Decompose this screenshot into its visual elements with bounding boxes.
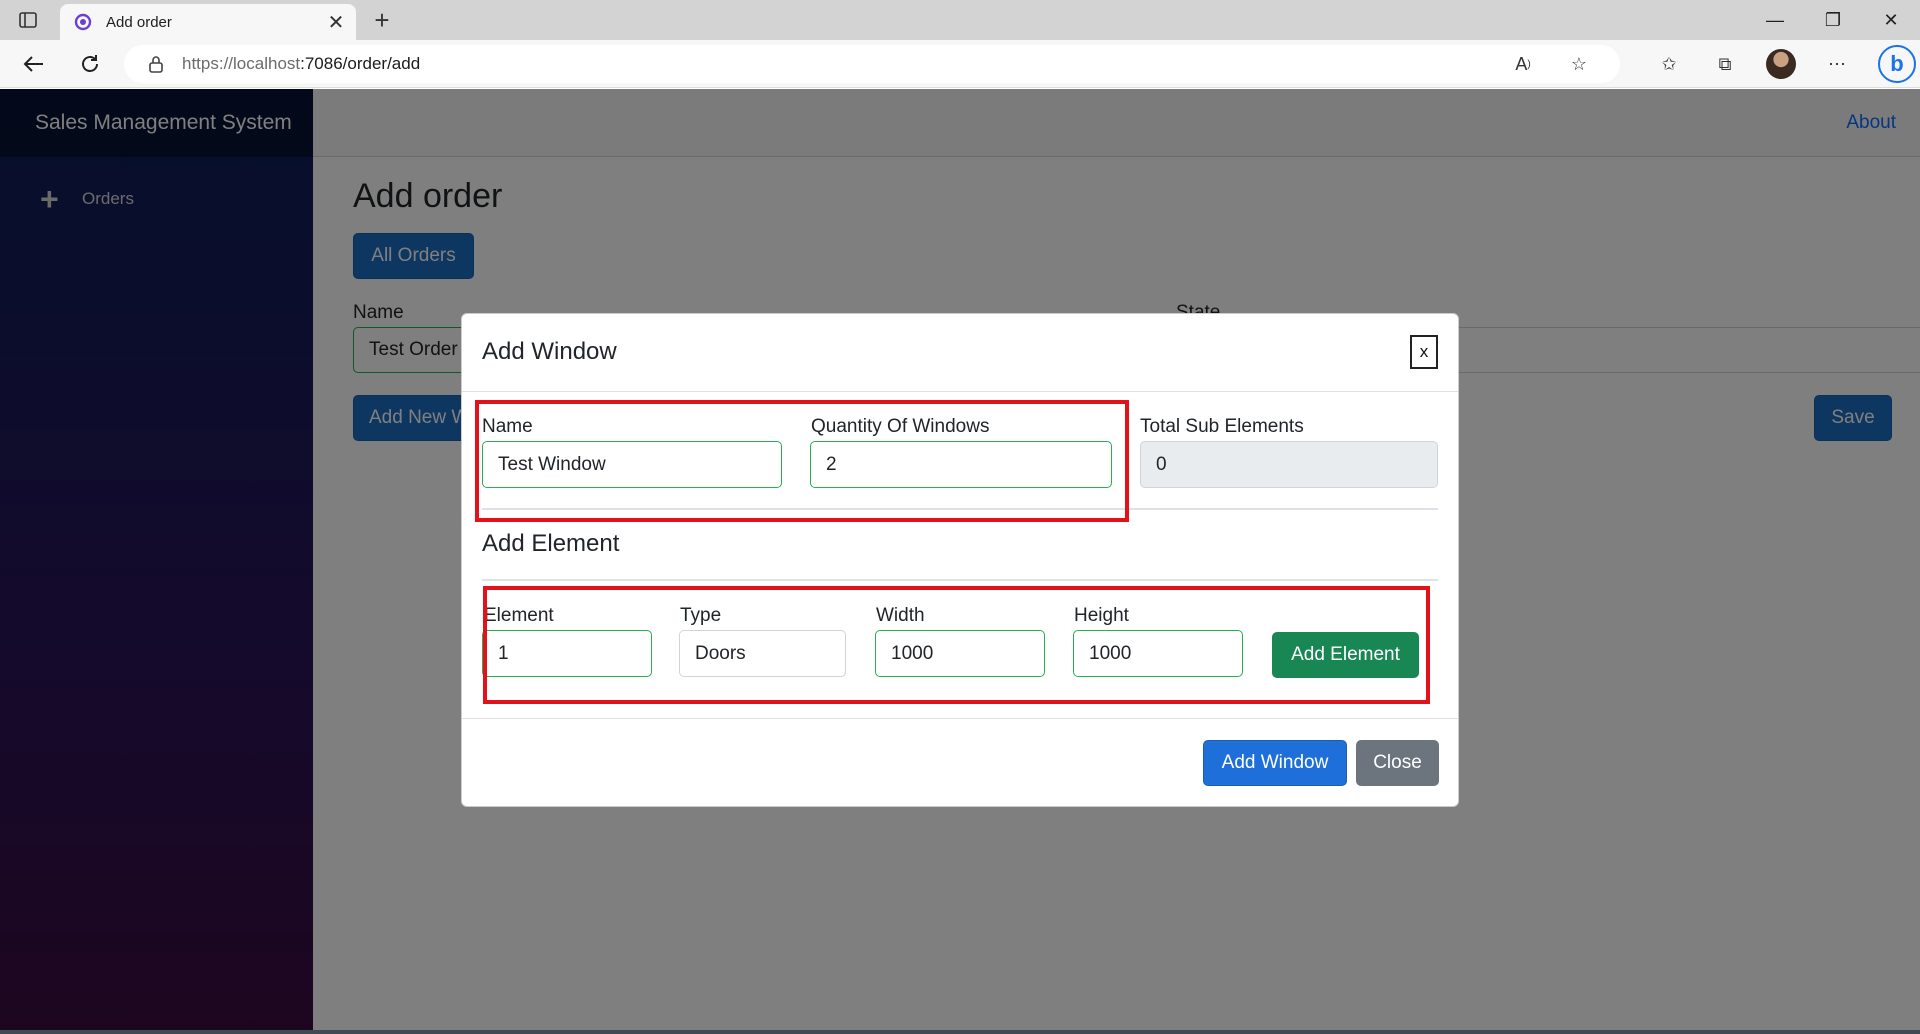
restore-button[interactable]: ❐ [1804,0,1862,40]
tab-actions-icon[interactable] [14,8,42,32]
modal-close-x-button[interactable]: x [1410,335,1438,369]
divider [482,579,1438,581]
read-aloud-icon[interactable]: A) [1508,49,1538,79]
window-controls: — ❐ ✕ [1746,0,1920,40]
lock-icon [146,55,166,73]
modal-title: Add Window [482,338,617,365]
back-arrow-icon[interactable] [18,50,50,78]
add-window-button[interactable]: Add Window [1203,740,1347,786]
url-path: :7086/order/add [300,54,421,73]
taskbar-strip [0,1030,1920,1034]
total-sub-elements-field: 0 [1140,441,1438,488]
tab-title: Add order [106,13,172,31]
profile-icon[interactable] [1766,49,1796,79]
new-tab-button[interactable]: + [368,5,396,35]
collections-icon[interactable]: ⧉ [1710,49,1740,79]
total-sub-elements-label: Total Sub Elements [1140,416,1304,437]
toolbar-right: ✩ ⧉ ⋯ b [1654,44,1920,84]
url-text: https://localhost:7086/order/add [182,54,420,74]
refresh-icon[interactable] [74,50,106,78]
close-button[interactable]: Close [1356,740,1439,786]
url-actions: A) ☆ [1508,45,1594,83]
browser-address-bar: https://localhost:7086/order/add A) ☆ ✩ … [0,40,1920,88]
url-host: https://localhost [182,54,301,73]
add-favorite-icon[interactable]: ☆ [1564,49,1594,79]
url-field[interactable]: https://localhost:7086/order/add A) ☆ [124,45,1620,83]
avatar [1766,49,1796,79]
window-close-button[interactable]: ✕ [1862,0,1920,40]
minimize-button[interactable]: — [1746,0,1804,40]
modal-header: Add Window x [462,314,1458,392]
add-element-heading: Add Element [482,530,620,557]
modal-footer-divider [462,718,1458,719]
favorites-icon[interactable]: ✩ [1654,49,1684,79]
blazor-favicon-icon [74,13,92,31]
browser-tab-active[interactable]: Add order ✕ [60,4,356,40]
tab-close-icon[interactable]: ✕ [322,8,350,36]
highlight-box-element-fields [483,586,1430,704]
highlight-box-window-fields [475,400,1129,522]
browser-tab-bar: Add order ✕ + — ❐ ✕ [0,0,1920,40]
add-window-modal: Add Window x Name Test Window Quantity O… [461,313,1459,807]
bing-icon[interactable]: b [1878,45,1916,83]
more-icon[interactable]: ⋯ [1822,49,1852,79]
